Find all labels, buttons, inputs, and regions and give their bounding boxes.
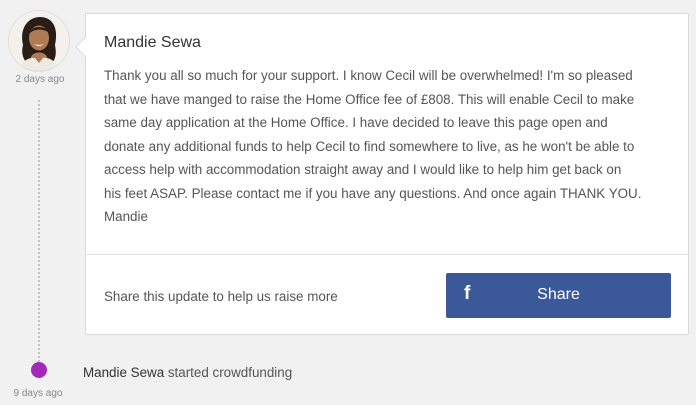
avatar-photo-icon — [9, 11, 69, 71]
card-pointer — [75, 37, 95, 57]
update-author: Mandie Sewa — [104, 34, 201, 51]
event-author[interactable]: Mandie Sewa — [83, 365, 164, 380]
divider — [86, 254, 688, 255]
share-prompt: Share this update to help us raise more — [104, 289, 338, 304]
update-body: Thank you all so much for your support. … — [104, 68, 642, 224]
avatar[interactable] — [9, 11, 69, 71]
facebook-share-button[interactable]: f Share — [446, 273, 671, 318]
event-action: started crowdfunding — [164, 365, 293, 380]
timeline-dot — [31, 362, 47, 378]
update-time: 2 days ago — [15, 74, 65, 85]
update-card: Mandie Sewa Thank you all so much for yo… — [75, 13, 689, 335]
crowdfunding-started-event: Mandie Sewa started crowdfunding — [83, 365, 292, 380]
update-timeline: 2 days ago Mandie Sewa Thank you all so … — [0, 0, 696, 405]
share-button-label: Share — [537, 286, 580, 303]
event-time: 9 days ago — [13, 388, 63, 399]
timeline-rail — [38, 100, 40, 362]
